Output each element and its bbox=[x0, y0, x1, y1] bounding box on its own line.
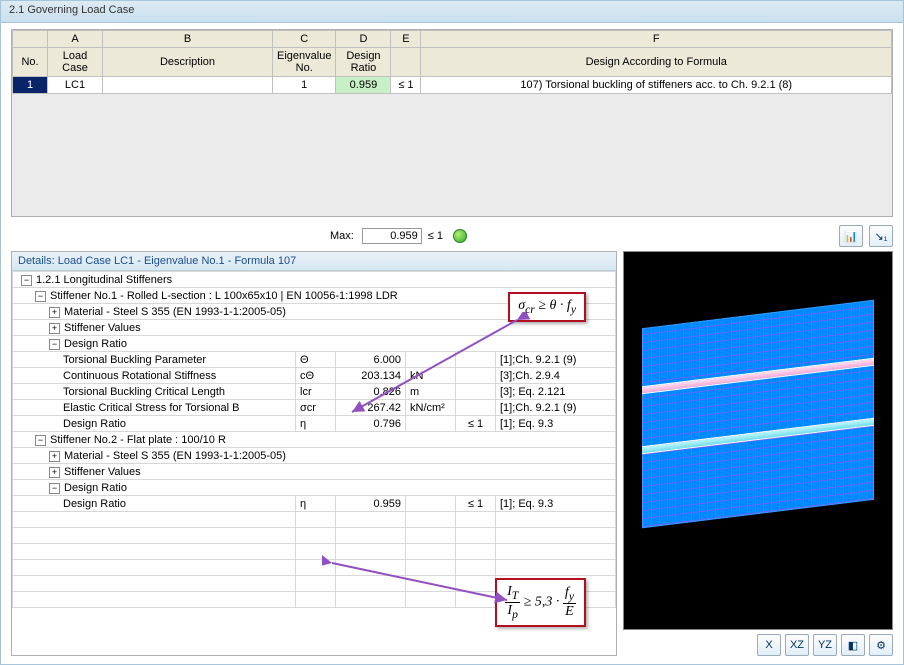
node-values2[interactable]: +Stiffener Values bbox=[13, 464, 616, 480]
plate-mesh bbox=[642, 300, 874, 528]
window: 2.1 Governing Load Case A B C D E F No. … bbox=[0, 0, 904, 665]
max-row: Max: ≤ 1 📊 ↘₁ bbox=[1, 221, 903, 251]
detail-row[interactable]: Design Ratioη0.796≤ 1[1]; Eq. 9.3 bbox=[13, 416, 616, 432]
detail-row[interactable]: Design Ratioη0.959≤ 1[1]; Eq. 9.3 bbox=[13, 496, 616, 512]
node-designratio1[interactable]: −Design Ratio bbox=[13, 336, 616, 352]
hdr-no: No. bbox=[13, 48, 48, 77]
governing-load-table[interactable]: A B C D E F No. LoadCase Description Eig… bbox=[12, 30, 892, 94]
view-buttons: X XZ YZ ◧ ⚙ bbox=[623, 634, 893, 656]
col-F: F bbox=[421, 31, 892, 48]
split-pane: Details: Load Case LC1 - Eigenvalue No.1… bbox=[1, 251, 903, 664]
detail-row[interactable]: Elastic Critical Stress for Torsional Bσ… bbox=[13, 400, 616, 416]
hdr-le bbox=[391, 48, 421, 77]
hdr-desc: Description bbox=[103, 48, 273, 77]
max-le: ≤ 1 bbox=[428, 230, 443, 242]
window-title: 2.1 Governing Load Case bbox=[1, 1, 903, 23]
row-desc[interactable] bbox=[103, 77, 273, 94]
node-material2[interactable]: +Material - Steel S 355 (EN 1993-1-1:200… bbox=[13, 448, 616, 464]
view-x-button[interactable]: X bbox=[757, 634, 781, 656]
filter-button[interactable]: 📊 bbox=[839, 225, 863, 247]
col-D: D bbox=[336, 31, 391, 48]
col-B: B bbox=[103, 31, 273, 48]
col-A: A bbox=[48, 31, 103, 48]
hdr-lc: LoadCase bbox=[48, 48, 103, 77]
formula-callout-bottom: ITIp ≥ 5,3 · fyE bbox=[495, 578, 586, 627]
hdr-ratio: DesignRatio bbox=[336, 48, 391, 77]
row-ratio[interactable]: 0.959 bbox=[336, 77, 391, 94]
top-grid-wrap: A B C D E F No. LoadCase Description Eig… bbox=[1, 23, 903, 221]
formula-callout-top: σcr ≥ θ · fy bbox=[508, 292, 586, 322]
top-grid-container[interactable]: A B C D E F No. LoadCase Description Eig… bbox=[11, 29, 893, 217]
col-C: C bbox=[273, 31, 336, 48]
viewport-3d[interactable] bbox=[623, 251, 893, 630]
node-stiff2[interactable]: −Stiffener No.2 - Flat plate : 100/10 R bbox=[13, 432, 616, 448]
node-values1[interactable]: +Stiffener Values bbox=[13, 320, 616, 336]
row-eig[interactable]: 1 bbox=[273, 77, 336, 94]
table-row[interactable]: 1 LC1 1 0.959 ≤ 1 107) Torsional bucklin… bbox=[13, 77, 892, 94]
col-E: E bbox=[391, 31, 421, 48]
hdr-eig: EigenvalueNo. bbox=[273, 48, 336, 77]
row-no[interactable]: 1 bbox=[13, 77, 48, 94]
details-panel: Details: Load Case LC1 - Eigenvalue No.1… bbox=[11, 251, 617, 656]
row-formula[interactable]: 107) Torsional buckling of stiffeners ac… bbox=[421, 77, 892, 94]
view-print-button[interactable]: ⚙ bbox=[869, 634, 893, 656]
view-yz-button[interactable]: YZ bbox=[813, 634, 837, 656]
viewer-panel: X XZ YZ ◧ ⚙ bbox=[623, 251, 893, 656]
view-iso-button[interactable]: ◧ bbox=[841, 634, 865, 656]
node-121[interactable]: −1.2.1 Longitudinal Stiffeners bbox=[13, 272, 616, 288]
detail-row[interactable]: Torsional Buckling Critical Lengthlcr0.8… bbox=[13, 384, 616, 400]
row-lc[interactable]: LC1 bbox=[48, 77, 103, 94]
goto-button[interactable]: ↘₁ bbox=[869, 225, 893, 247]
node-designratio2[interactable]: −Design Ratio bbox=[13, 480, 616, 496]
detail-row[interactable]: Torsional Buckling ParameterΘ6.000[1];Ch… bbox=[13, 352, 616, 368]
max-input[interactable] bbox=[362, 228, 422, 244]
view-xz-button[interactable]: XZ bbox=[785, 634, 809, 656]
ok-icon bbox=[453, 229, 467, 243]
row-le[interactable]: ≤ 1 bbox=[391, 77, 421, 94]
detail-row[interactable]: Continuous Rotational StiffnesscΘ203.134… bbox=[13, 368, 616, 384]
hdr-formula: Design According to Formula bbox=[421, 48, 892, 77]
details-header: Details: Load Case LC1 - Eigenvalue No.1… bbox=[12, 252, 616, 271]
max-label: Max: bbox=[330, 230, 354, 242]
